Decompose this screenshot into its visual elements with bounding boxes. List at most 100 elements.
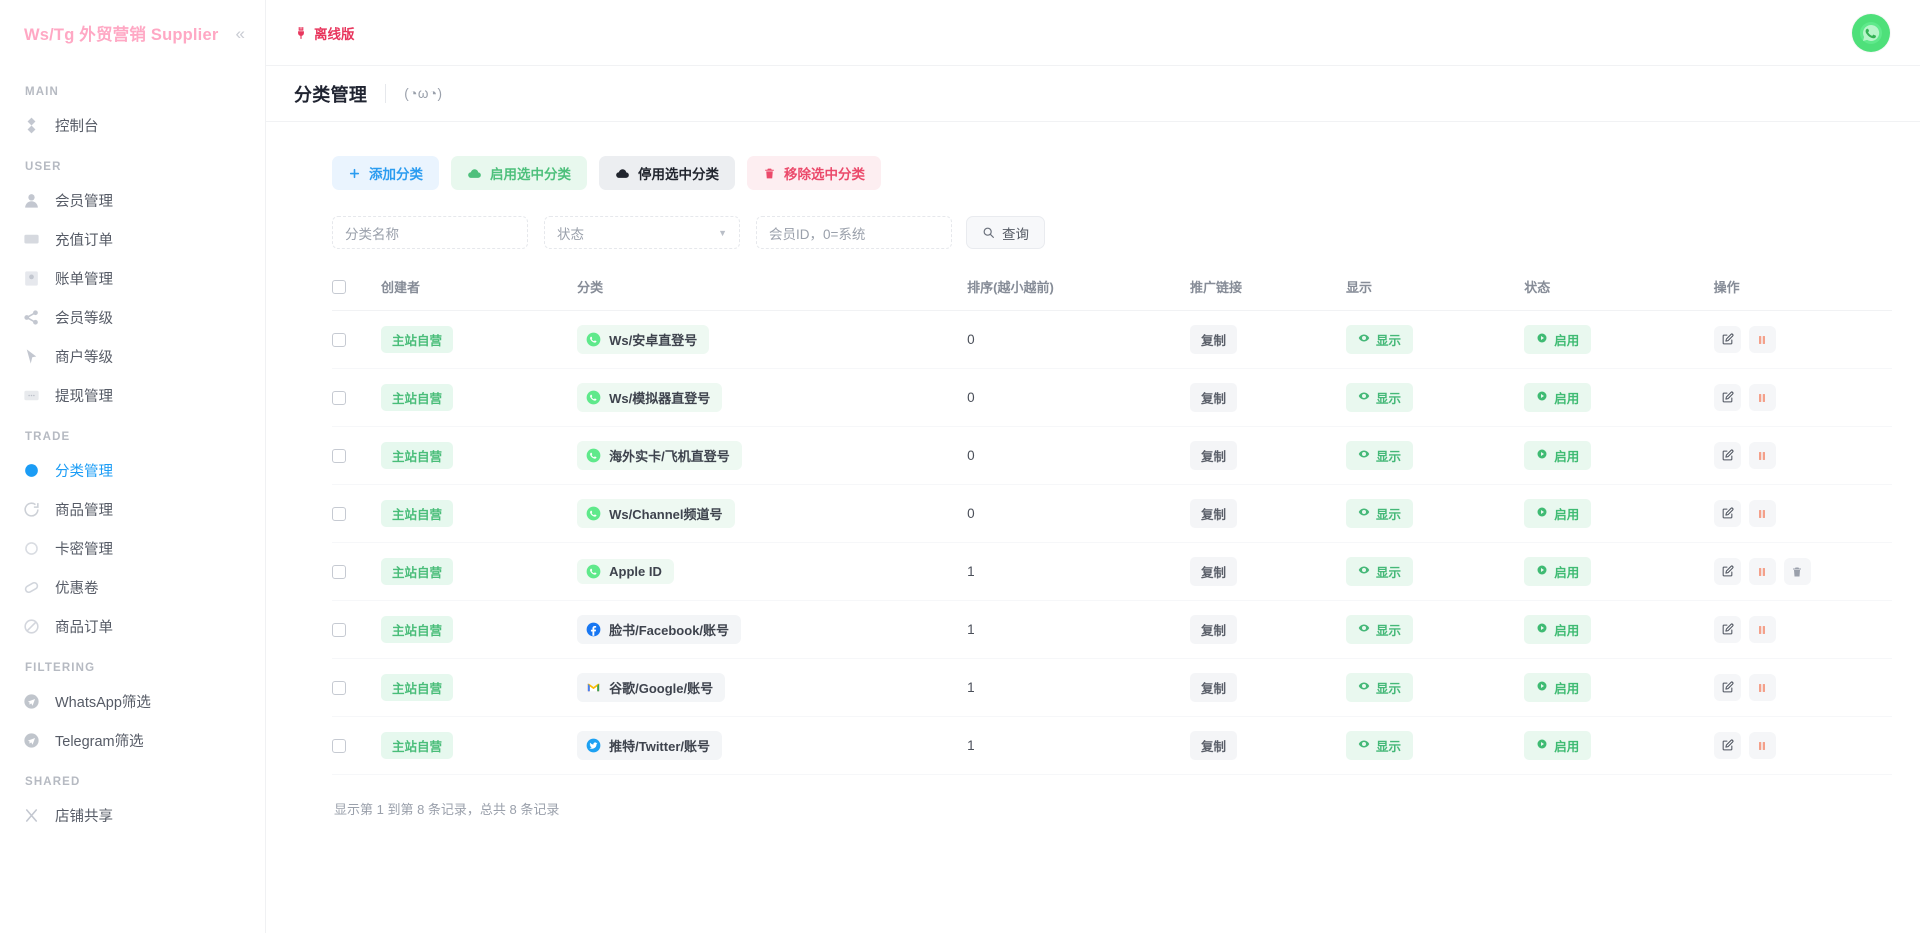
copy-link-button[interactable]: 复制 <box>1190 615 1237 644</box>
category-chip[interactable]: Ws/安卓直登号 <box>577 325 709 354</box>
sidebar-item-3-1[interactable]: Telegram筛选 <box>0 721 265 760</box>
sidebar-section-user: USER <box>0 161 265 173</box>
pause-button[interactable] <box>1749 674 1776 701</box>
copy-link-button[interactable]: 复制 <box>1190 325 1237 354</box>
state-toggle[interactable]: 启用 <box>1524 325 1591 354</box>
row-checkbox[interactable] <box>332 391 346 405</box>
copy-link-button[interactable]: 复制 <box>1190 499 1237 528</box>
search-button[interactable]: 查询 <box>966 216 1045 249</box>
edit-button[interactable] <box>1714 732 1741 759</box>
show-toggle[interactable]: 显示 <box>1346 557 1413 586</box>
copy-link-button[interactable]: 复制 <box>1190 383 1237 412</box>
row-checkbox[interactable] <box>332 681 346 695</box>
row-checkbox[interactable] <box>332 623 346 637</box>
show-toggle[interactable]: 显示 <box>1346 441 1413 470</box>
sidebar-item-label: 账单管理 <box>55 268 113 289</box>
state-toggle[interactable]: 启用 <box>1524 731 1591 760</box>
row-checkbox[interactable] <box>332 449 346 463</box>
row-checkbox[interactable] <box>332 739 346 753</box>
show-label: 显示 <box>1376 388 1401 407</box>
sidebar-item-2-1[interactable]: 商品管理 <box>0 490 265 529</box>
pause-button[interactable] <box>1749 500 1776 527</box>
page-header: 分类管理 (◔ω◔) <box>266 66 1920 122</box>
edit-button[interactable] <box>1714 674 1741 701</box>
category-chip[interactable]: Ws/模拟器直登号 <box>577 383 722 412</box>
row-category-cell: 谷歌/Google/账号 <box>577 659 967 717</box>
whatsapp-icon <box>586 332 601 347</box>
show-toggle[interactable]: 显示 <box>1346 499 1413 528</box>
row-category-cell: Apple ID <box>577 543 967 601</box>
pause-button[interactable] <box>1749 384 1776 411</box>
category-name-input[interactable]: 分类名称 <box>332 216 528 249</box>
sidebar-item-1-0[interactable]: 会员管理 <box>0 181 265 220</box>
sidebar-item-label: WhatsApp筛选 <box>55 691 151 712</box>
disable-selected-button[interactable]: 停用选中分类 <box>599 156 735 190</box>
table-row: 主站自营Ws/安卓直登号0复制显示启用 <box>332 311 1892 369</box>
copy-link-button[interactable]: 复制 <box>1190 557 1237 586</box>
sidebar-item-4-0[interactable]: 店铺共享 <box>0 796 265 835</box>
row-owner-cell: 主站自营 <box>381 369 577 427</box>
pause-button[interactable] <box>1749 442 1776 469</box>
copy-link-button[interactable]: 复制 <box>1190 731 1237 760</box>
status-select[interactable]: 状态 ▼ <box>544 216 740 249</box>
edit-button[interactable] <box>1714 500 1741 527</box>
show-toggle[interactable]: 显示 <box>1346 673 1413 702</box>
state-toggle[interactable]: 启用 <box>1524 383 1591 412</box>
sidebar-item-1-5[interactable]: 提现管理 <box>0 376 265 415</box>
avatar[interactable] <box>1852 14 1890 52</box>
edit-button[interactable] <box>1714 558 1741 585</box>
trash-icon <box>763 167 776 180</box>
pause-button[interactable] <box>1749 732 1776 759</box>
sidebar-item-1-1[interactable]: 充值订单 <box>0 220 265 259</box>
add-category-button[interactable]: 添加分类 <box>332 156 439 190</box>
member-id-input[interactable]: 会员ID，0=系统 <box>756 216 952 249</box>
sidebar-item-2-3[interactable]: 优惠卷 <box>0 568 265 607</box>
sidebar-item-0-0[interactable]: 控制台 <box>0 106 265 145</box>
enable-selected-button[interactable]: 启用选中分类 <box>451 156 587 190</box>
copy-link-button[interactable]: 复制 <box>1190 441 1237 470</box>
edit-button[interactable] <box>1714 442 1741 469</box>
sidebar-item-1-2[interactable]: 账单管理 <box>0 259 265 298</box>
sidebar-item-2-2[interactable]: 卡密管理 <box>0 529 265 568</box>
row-checkbox[interactable] <box>332 507 346 521</box>
sidebar-item-1-4[interactable]: 商户等级 <box>0 337 265 376</box>
trash-button[interactable] <box>1784 558 1811 585</box>
sidebar-item-3-0[interactable]: WhatsApp筛选 <box>0 682 265 721</box>
plus-icon <box>348 167 361 180</box>
pause-button[interactable] <box>1749 326 1776 353</box>
show-toggle[interactable]: 显示 <box>1346 731 1413 760</box>
chevron-double-left-icon[interactable]: « <box>236 25 245 42</box>
category-chip[interactable]: Ws/Channel频道号 <box>577 499 734 528</box>
category-chip[interactable]: 谷歌/Google/账号 <box>577 673 725 702</box>
row-checkbox[interactable] <box>332 565 346 579</box>
category-chip[interactable]: Apple ID <box>577 559 674 584</box>
header-category: 分类 <box>577 267 967 311</box>
state-toggle[interactable]: 启用 <box>1524 615 1591 644</box>
category-chip[interactable]: 脸书/Facebook/账号 <box>577 615 741 644</box>
state-toggle[interactable]: 启用 <box>1524 673 1591 702</box>
state-toggle[interactable]: 启用 <box>1524 499 1591 528</box>
pause-button[interactable] <box>1749 616 1776 643</box>
copy-link-button[interactable]: 复制 <box>1190 673 1237 702</box>
show-toggle[interactable]: 显示 <box>1346 325 1413 354</box>
sidebar-item-2-0[interactable]: 分类管理 <box>0 451 265 490</box>
sidebar-item-1-3[interactable]: 会员等级 <box>0 298 265 337</box>
show-toggle[interactable]: 显示 <box>1346 383 1413 412</box>
category-chip[interactable]: 海外实卡/飞机直登号 <box>577 441 742 470</box>
pause-button[interactable] <box>1749 558 1776 585</box>
state-toggle[interactable]: 启用 <box>1524 557 1591 586</box>
send-icon <box>22 731 41 750</box>
category-chip[interactable]: 推特/Twitter/账号 <box>577 731 722 760</box>
select-all-checkbox[interactable] <box>332 280 346 294</box>
edit-button[interactable] <box>1714 326 1741 353</box>
sidebar-item-2-4[interactable]: 商品订单 <box>0 607 265 646</box>
edit-button[interactable] <box>1714 384 1741 411</box>
owner-badge: 主站自营 <box>381 326 453 353</box>
edit-button[interactable] <box>1714 616 1741 643</box>
row-checkbox[interactable] <box>332 333 346 347</box>
remove-selected-button[interactable]: 移除选中分类 <box>747 156 881 190</box>
state-toggle[interactable]: 启用 <box>1524 441 1591 470</box>
show-toggle[interactable]: 显示 <box>1346 615 1413 644</box>
cloud-download-icon <box>615 166 630 181</box>
cursor-icon <box>22 347 41 366</box>
